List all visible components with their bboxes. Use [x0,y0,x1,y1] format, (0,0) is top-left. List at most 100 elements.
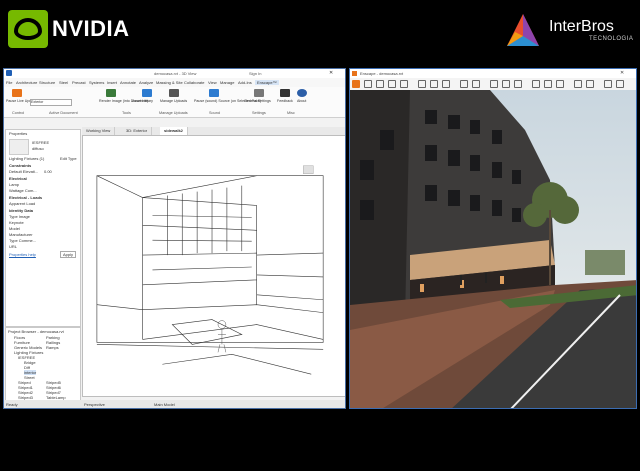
edit-type-button[interactable]: Edit Type [60,156,77,161]
tab-add-ins[interactable]: Add-Ins [238,80,252,85]
help-icon[interactable] [604,80,612,88]
status-text: Ready [6,402,18,407]
asset-library-icon[interactable] [142,89,152,97]
upload-icon[interactable] [169,89,179,97]
vr-icon[interactable] [460,80,468,88]
apply-button[interactable]: Apply [60,251,77,258]
batch-render-icon[interactable] [544,80,552,88]
close-icon[interactable]: ✕ [329,70,333,76]
feedback-icon[interactable] [616,80,624,88]
manage-uploads-button[interactable]: Manage Uploads [160,99,187,103]
atmosphere-icon[interactable] [472,80,480,88]
tab-annotate[interactable]: Annotate [120,80,136,85]
camera-icon[interactable] [364,80,372,88]
prop-row: Wattage Com... [9,188,37,193]
prop-value[interactable]: 0.00 [44,169,52,174]
tab-insert[interactable]: Insert [107,80,117,85]
family-name: IESFREE [32,140,50,145]
view-tab-sidewalk2[interactable]: sidewalk2 [160,127,188,135]
panel-control: Control [12,111,25,115]
settings-icon[interactable] [574,80,582,88]
view-tab-bar: Working View 3D: Exterior sidewalk2 [82,127,345,135]
properties-help-link[interactable]: Properties help [9,252,36,257]
interbros-logo-icon [507,14,539,46]
prop-group: Constraints [9,163,32,168]
3d-perspective-view[interactable] [82,135,346,397]
active-view-select[interactable]: Exterior [30,99,72,106]
collaborate-icon[interactable] [514,80,522,88]
export-icon[interactable] [400,80,408,88]
views-icon[interactable] [418,80,426,88]
panorama-icon[interactable] [388,80,396,88]
tab-massing-site[interactable]: Massing & Site [156,80,183,85]
prop-row: Apparent Load [9,201,36,206]
instance-selector[interactable]: Lighting Fixtures (1) [9,156,44,161]
sign-in-link[interactable]: Sign In [249,71,261,76]
panel-tools: Tools [122,111,131,115]
tab-precast[interactable]: Precast [72,80,86,85]
tab-systems[interactable]: Systems [89,80,104,85]
feedback-icon[interactable] [280,89,290,97]
tab-steel[interactable]: Steel [59,80,68,85]
home-icon[interactable] [352,80,360,88]
about-button[interactable]: About [297,99,306,103]
view-scale[interactable]: Perspective [84,402,105,407]
prop-row: Manufacturer [9,232,33,237]
status-bar: Ready Perspective Main Model [4,400,345,408]
tab-structure[interactable]: Structure [39,80,55,85]
interbros-subtitle: TECNOLOGIA [589,36,634,42]
speaker-icon[interactable] [209,89,219,97]
capture-settings-icon[interactable] [586,80,594,88]
close-icon[interactable]: ✕ [620,70,624,76]
family-type: diffuso [32,146,44,151]
enscape-app-icon [352,71,357,76]
tab-manage[interactable]: Manage [220,80,234,85]
tab-architecture[interactable]: Architecture [16,80,37,85]
enscape-start-icon[interactable] [12,89,22,97]
assets-icon[interactable] [502,80,510,88]
panel-manage-uploads: Manage Uploads [159,111,188,115]
prop-row: Type Comme... [9,238,37,243]
tab-collaborate[interactable]: Collaborate [184,80,204,85]
tab-enscape[interactable]: Enscape™ [255,80,279,85]
family-thumbnail [9,139,29,155]
revit-app-icon[interactable] [6,70,12,76]
properties-header: Properties [9,131,28,136]
layers-icon[interactable] [430,80,438,88]
general-settings-button[interactable]: General Settings [244,99,271,103]
ribbon-tab-bar: File Architecture Structure Steel Precas… [4,78,345,87]
render-image-icon[interactable] [106,89,116,97]
enscape-title-text: Enscape - democasa.rvt [360,71,404,76]
video-icon[interactable] [376,80,384,88]
revit-title-text: democasa.rvt - 3D View [154,71,197,76]
nvidia-logo-icon [8,10,48,48]
upload-icon[interactable] [532,80,540,88]
tab-view[interactable]: View [208,80,217,85]
browser-header: Project Browser - democasa.rvt [8,329,64,334]
view-tab-exterior[interactable]: 3D: Exterior [122,127,153,135]
prop-row: Keynote [9,220,24,225]
panel-misc: Misc [287,111,295,115]
issues-icon[interactable] [556,80,564,88]
project-browser: Project Browser - democasa.rvt Floors Fu… [5,327,81,408]
feedback-button[interactable]: Feedback [277,99,293,103]
panel-active-document: Active Document [49,111,78,115]
enscape-title-bar: Enscape - democasa.rvt ✕ [350,69,636,78]
tab-file[interactable]: File [6,80,12,85]
prop-row: Type Image [9,214,30,219]
view-tab-working[interactable]: Working View [82,127,116,135]
enscape-window: Enscape - democasa.rvt ✕ [349,68,637,409]
prop-row: Default Elevati... [9,169,39,174]
view-cube-icon[interactable] [303,165,314,174]
enscape-realtime-render[interactable] [350,90,637,409]
info-icon[interactable] [297,89,307,97]
main-model-select[interactable]: Main Model [154,402,175,407]
prop-group: Electrical - Loads [9,195,43,200]
tree-item[interactable]: Ramps [46,345,59,350]
gear-icon[interactable] [254,89,264,97]
prop-group: Electrical [9,176,27,181]
tab-analyze[interactable]: Analyze [139,80,153,85]
asset-library-button[interactable]: Asset Library [132,99,153,103]
materials-icon[interactable] [490,80,498,88]
sun-icon[interactable] [442,80,450,88]
